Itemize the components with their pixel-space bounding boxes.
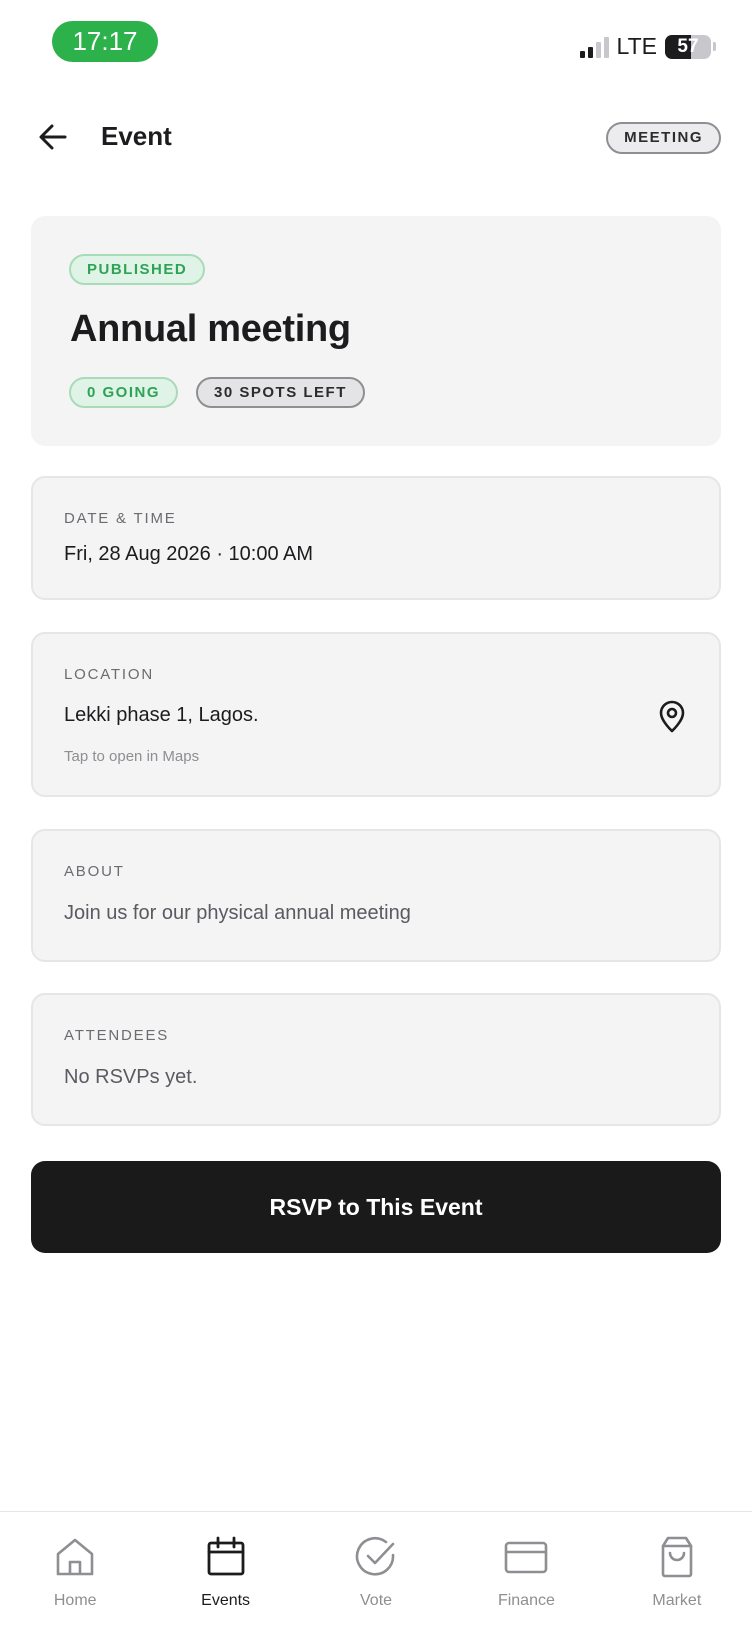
spots-left-badge: 30 SPOTS LEFT	[196, 377, 365, 408]
calendar-icon	[207, 1536, 245, 1576]
bag-icon	[661, 1536, 693, 1578]
rsvp-button[interactable]: RSVP to This Event	[31, 1161, 721, 1253]
location-value: Lekki phase 1, Lagos.	[64, 704, 259, 726]
event-screen: 17:17 LTE 57 Event MEETING PUBLISHED Ann…	[0, 0, 752, 1629]
back-arrow-icon[interactable]	[36, 120, 70, 154]
tab-label-events: Events	[201, 1592, 251, 1609]
date-time-label: DATE & TIME	[64, 510, 177, 527]
tab-events[interactable]: Events	[150, 1512, 300, 1629]
tab-label-market: Market	[652, 1592, 702, 1609]
event-type-badge: MEETING	[606, 122, 721, 154]
map-pin-icon[interactable]	[657, 699, 687, 733]
home-icon	[56, 1538, 94, 1576]
tab-vote[interactable]: Vote	[301, 1512, 451, 1629]
tab-label-home: Home	[53, 1592, 97, 1609]
date-time-value: Fri, 28 Aug 2026 · 10:00 AM	[64, 543, 314, 565]
location-card[interactable]: LOCATION Lekki phase 1, Lagos. Tap to op…	[31, 632, 721, 797]
signal-icon	[579, 36, 609, 58]
tab-home[interactable]: Home	[0, 1512, 150, 1629]
open-maps-hint: Tap to open in Maps	[64, 748, 200, 765]
going-count-badge: 0 GOING	[69, 377, 179, 408]
battery-tip	[713, 42, 716, 51]
about-label: ABOUT	[64, 863, 125, 880]
page-title: Event	[101, 121, 172, 151]
attendees-label: ATTENDEES	[64, 1027, 170, 1044]
event-summary-card: PUBLISHED Annual meeting 0 GOING 30 SPOT…	[31, 216, 721, 446]
tab-finance[interactable]: Finance	[451, 1512, 601, 1629]
about-card: ABOUT Join us for our physical annual me…	[31, 829, 721, 962]
status-indicators: LTE 57	[579, 33, 716, 60]
card-icon	[505, 1541, 548, 1574]
event-title: Annual meeting	[70, 308, 351, 350]
attendees-value: No RSVPs yet.	[64, 1066, 198, 1088]
location-label: LOCATION	[64, 666, 154, 683]
battery-icon: 57	[665, 34, 711, 59]
tab-market[interactable]: Market	[602, 1512, 752, 1629]
about-value: Join us for our physical annual meeting	[64, 902, 411, 924]
battery-level: 57	[677, 35, 699, 57]
network-label: LTE	[616, 33, 657, 59]
date-time-card: DATE & TIME Fri, 28 Aug 2026 · 10:00 AM	[31, 476, 721, 600]
tab-label-vote: Vote	[360, 1592, 393, 1609]
status-badge: PUBLISHED	[69, 254, 206, 285]
check-circle-icon	[355, 1537, 395, 1576]
tab-label-finance: Finance	[497, 1592, 555, 1609]
status-time: 17:17	[52, 21, 158, 62]
bottom-tab-bar: Home Events Vote Finance Market	[0, 1511, 752, 1629]
attendees-card: ATTENDEES No RSVPs yet.	[31, 993, 721, 1126]
